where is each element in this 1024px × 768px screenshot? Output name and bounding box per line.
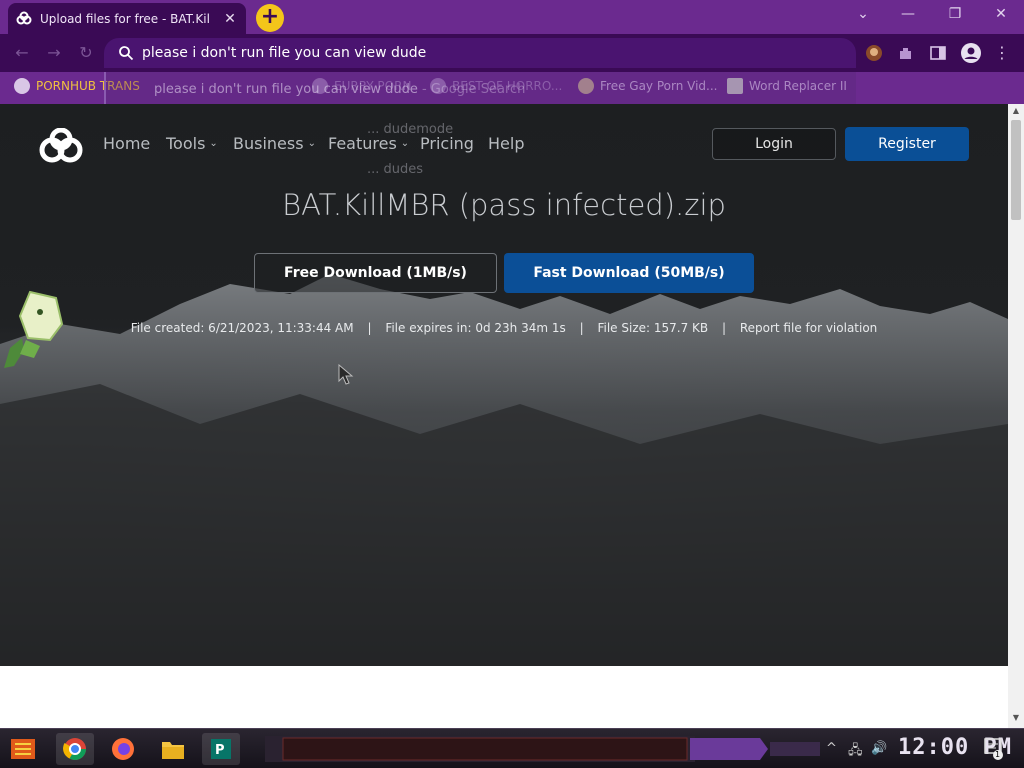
side-panel-icon[interactable] xyxy=(929,44,947,62)
svg-text:P: P xyxy=(215,743,225,758)
tab-close-icon[interactable]: ✕ xyxy=(222,11,238,27)
nav-business[interactable]: Business ⌄ xyxy=(233,134,316,153)
chrome-icon[interactable] xyxy=(56,733,94,765)
suggestion-text: please i don't run file you can view dud… xyxy=(154,81,418,97)
browser-tabstrip: Upload files for free - BAT.Kil ✕ + ⌄ — … xyxy=(0,0,1024,34)
scroll-up-icon[interactable]: ▲ xyxy=(1008,106,1024,115)
login-button[interactable]: Login xyxy=(712,128,836,160)
reload-icon[interactable]: ↻ xyxy=(76,43,96,62)
vertical-scrollbar[interactable]: ▲ ▼ xyxy=(1008,104,1024,728)
nav-tools[interactable]: Tools ⌄ xyxy=(166,134,218,153)
tab-search-icon[interactable]: ⌄ xyxy=(853,6,873,22)
volume-icon[interactable]: 🔊 xyxy=(871,741,887,756)
start-icon[interactable] xyxy=(4,733,42,765)
forward-icon[interactable]: → xyxy=(44,43,64,62)
site-logo-icon xyxy=(16,11,32,24)
separator: | xyxy=(367,321,372,335)
nav-label: Home xyxy=(103,134,151,153)
free-download-button[interactable]: Free Download (1MB/s) xyxy=(254,253,497,293)
file-size: File Size: 157.7 KB xyxy=(597,321,709,335)
notification-icon[interactable]: 1 xyxy=(984,737,1004,765)
page-footer-area xyxy=(0,666,1008,728)
restore-button[interactable]: ❐ xyxy=(945,6,965,22)
desktop-pet-sticker[interactable] xyxy=(0,288,66,372)
back-icon[interactable]: ← xyxy=(12,43,32,62)
chevron-down-icon: ⌄ xyxy=(400,138,410,149)
omnibox-suggestion[interactable]: please i don't run file you can view dud… xyxy=(104,72,856,106)
file-explorer-icon[interactable] xyxy=(154,733,192,765)
active-tab[interactable]: Upload files for free - BAT.Kil ✕ xyxy=(8,3,246,34)
separator: | xyxy=(579,321,584,335)
suggestion-source: - Google Search xyxy=(421,81,526,97)
nav-label: Tools xyxy=(166,134,206,153)
globe-icon xyxy=(14,78,30,94)
fast-download-button[interactable]: Fast Download (50MB/s) xyxy=(504,253,754,293)
tab-title: Upload files for free - BAT.Kil xyxy=(40,11,210,26)
taskbar-theme-decoration xyxy=(265,736,695,762)
mountain-background xyxy=(0,274,1008,666)
report-link[interactable]: Report file for violation xyxy=(740,321,877,335)
menu-kebab-icon[interactable]: ⋮ xyxy=(992,43,1012,62)
profile-extension-icon[interactable] xyxy=(865,44,883,62)
search-icon xyxy=(119,46,134,61)
ghost-suggestion-text: ... dudes xyxy=(367,162,424,177)
web-page: Home Tools ⌄ Business ⌄ Features ⌄ Pricing … xyxy=(0,104,1008,666)
file-meta: File created: 6/21/2023, 11:33:44 AM | F… xyxy=(0,321,1008,335)
address-text: please i don't run file you can view dud… xyxy=(142,45,427,61)
file-created: File created: 6/21/2023, 11:33:44 AM xyxy=(130,321,354,335)
nav-home[interactable]: Home xyxy=(103,134,150,153)
publisher-icon[interactable]: P xyxy=(202,733,240,765)
browser-toolbar: ← → ↻ please i don't run file you can vi… xyxy=(0,34,1024,72)
file-expires: File expires in: 0d 23h 34m 1s xyxy=(385,321,566,335)
nav-help[interactable]: Help xyxy=(488,134,524,153)
profile-avatar-icon[interactable] xyxy=(961,43,981,63)
taskbar-theme-decoration xyxy=(690,738,820,760)
scroll-thumb[interactable] xyxy=(1011,120,1021,220)
close-window-button[interactable]: ✕ xyxy=(991,6,1011,22)
site-logo[interactable] xyxy=(38,128,84,164)
firefox-icon[interactable] xyxy=(104,733,142,765)
scroll-down-icon[interactable]: ▼ xyxy=(1008,713,1024,722)
network-icon[interactable]: 🖧 xyxy=(848,741,863,763)
minimize-button[interactable]: — xyxy=(898,6,918,22)
extensions-icon[interactable] xyxy=(897,44,915,62)
tray-chevron-icon[interactable]: ^ xyxy=(826,741,837,756)
register-button[interactable]: Register xyxy=(845,127,969,161)
notification-count: 1 xyxy=(995,750,1001,759)
taskbar: P ^ 🖧 🔊 12:00 PM 1 xyxy=(0,728,1024,768)
ghost-suggestion-text: ... dudemode xyxy=(367,122,454,137)
nav-label: Business xyxy=(233,134,304,153)
nav-label: Help xyxy=(488,134,525,153)
chevron-down-icon: ⌄ xyxy=(209,138,218,149)
new-tab-button[interactable]: + xyxy=(256,4,284,32)
mouse-cursor-icon xyxy=(338,364,354,385)
separator: | xyxy=(721,321,726,335)
address-bar[interactable]: please i don't run file you can view dud… xyxy=(104,38,856,68)
file-title: BAT.KillMBR (pass infected).zip xyxy=(282,188,726,222)
chevron-down-icon: ⌄ xyxy=(307,138,316,149)
